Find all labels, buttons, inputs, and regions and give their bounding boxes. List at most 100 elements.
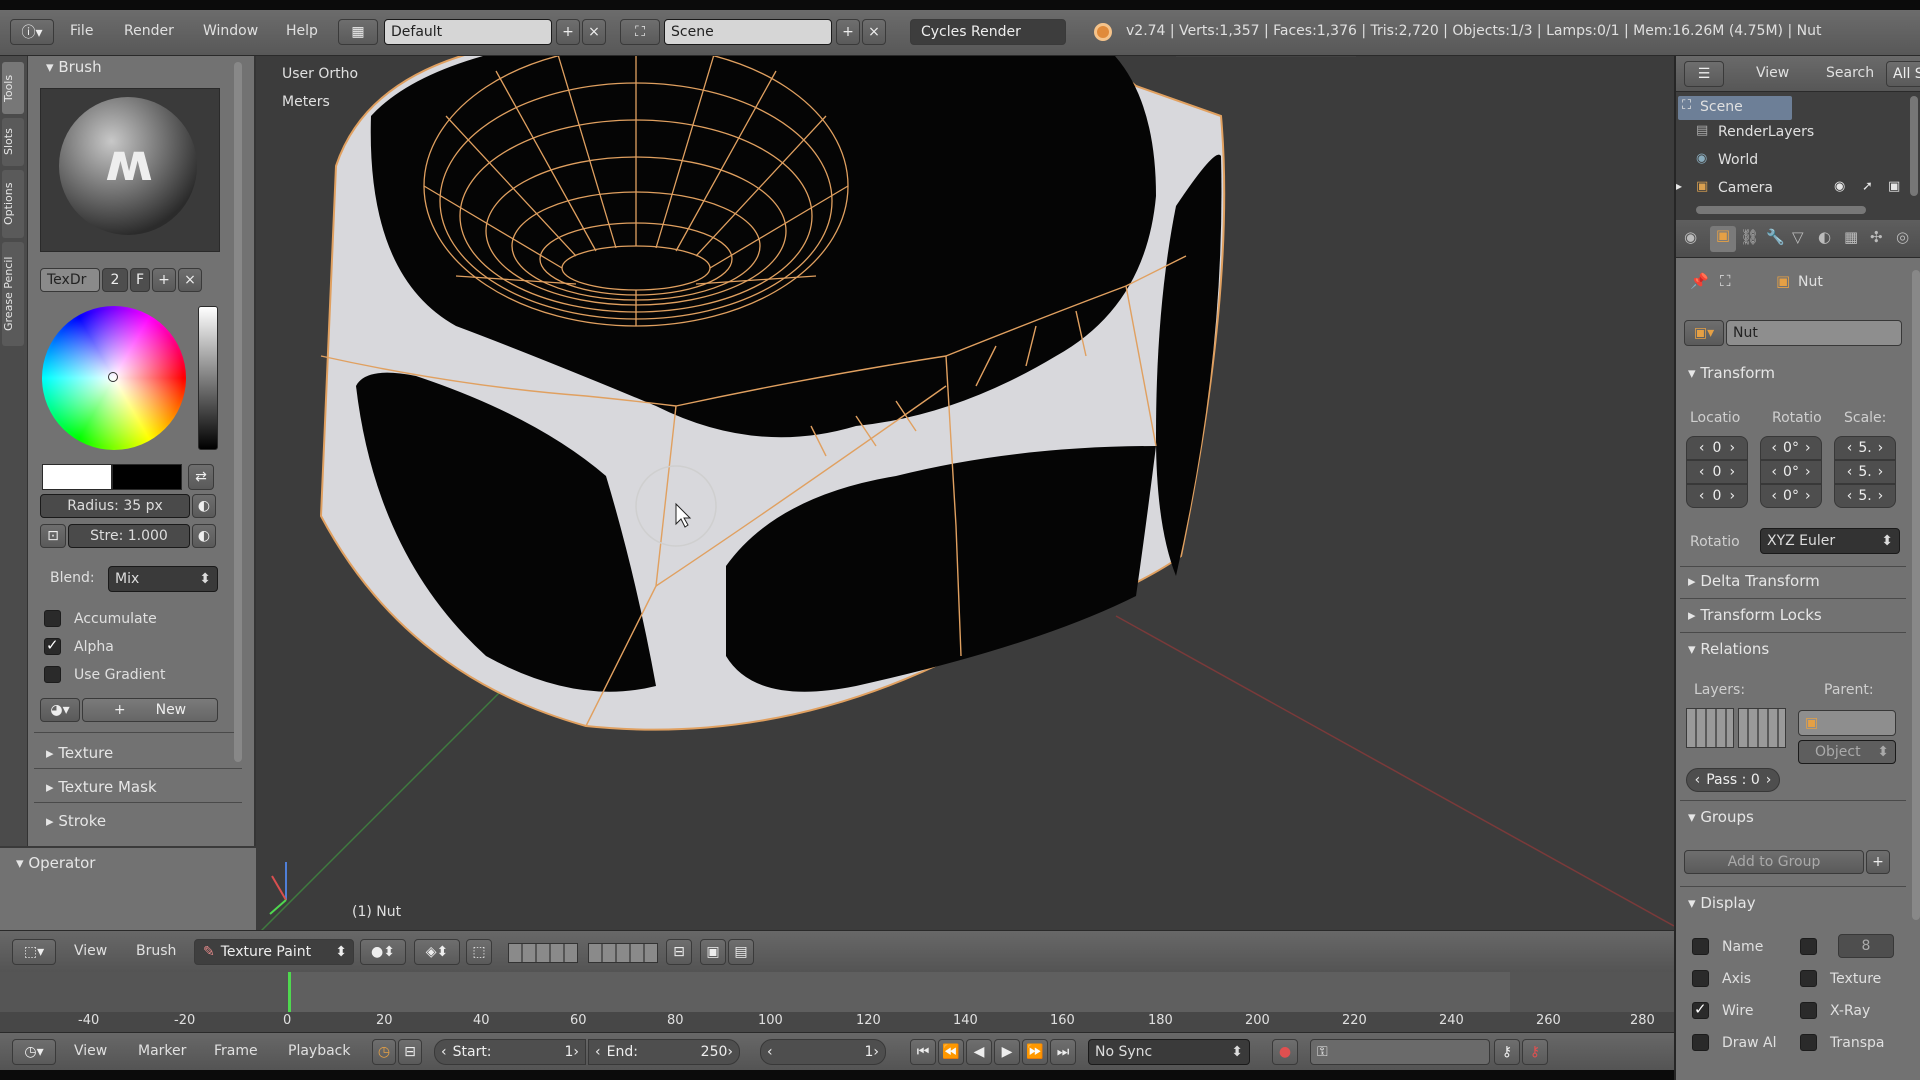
display-name-checkbox[interactable] [1692,938,1709,955]
toolshelf-scrollbar[interactable] [234,62,242,762]
next-keyframe-button[interactable]: ⏩ [1022,1039,1048,1065]
display-draw-all-checkbox[interactable] [1692,1034,1709,1051]
rotation-z-field[interactable]: ‹ 0° › [1760,484,1822,508]
delete-keyframe-button[interactable]: ⚷ [1522,1039,1548,1065]
texture-tab-icon[interactable]: ▦ [1844,228,1866,250]
delta-transform-panel-header[interactable]: ▸ Delta Transform [1688,572,1820,590]
display-number-field[interactable]: 8 [1838,934,1894,958]
tab-slots[interactable]: Slots [2,118,24,166]
rotation-mode-select[interactable]: XYZ Euler ⬍ [1760,528,1900,554]
nut-mesh[interactable] [256,56,1674,930]
display-bounds-checkbox[interactable] [1800,938,1817,955]
location-x-field[interactable]: ‹ 0 › [1686,436,1748,460]
object-type-icon-button[interactable]: ▣▾ [1684,320,1724,346]
lock-range-button[interactable]: ⊟ [398,1039,422,1065]
brush-preview[interactable]: ʍ [40,88,220,252]
blend-select[interactable]: Mix ⬍ [108,566,218,592]
layer-buttons-1[interactable] [508,943,578,963]
strength-pressure-button[interactable]: ◐ [192,524,216,548]
keying-set-field[interactable]: ⚿ [1310,1039,1490,1065]
display-panel-header[interactable]: ▾ Display [1688,894,1756,912]
layer-buttons-2[interactable] [588,943,658,963]
strength-slider[interactable]: Stre: 1.000 [68,524,190,548]
widget-toggle[interactable]: ⬚ [466,939,492,965]
scene-icon-button[interactable]: ⛶ [620,19,660,45]
render-tab-icon[interactable]: ◉ [1684,228,1706,250]
outliner-row-renderlayers[interactable]: ▤ RenderLayers [1686,122,1916,144]
brush-users-field[interactable]: 2 [102,268,128,292]
radius-slider[interactable]: Radius: 35 px [40,494,190,518]
outliner-editor-button[interactable]: ☰ [1684,61,1724,87]
brush-fake-user-button[interactable]: F [130,268,150,292]
display-xray-checkbox[interactable] [1800,1002,1817,1019]
display-transparency-checkbox[interactable] [1800,1034,1817,1051]
jump-start-button[interactable]: ⏮ [910,1039,936,1065]
timeline-marker-menu[interactable]: Marker [138,1043,186,1059]
pivot-select[interactable]: ◈⬍ [414,939,460,965]
tab-options[interactable]: Options [2,170,24,238]
timeline[interactable]: -40 -20 0 20 40 60 80 100 120 140 160 18… [0,972,1674,1032]
add-group-plus-button[interactable]: + [1866,850,1890,874]
outliner-view-menu[interactable]: View [1756,65,1789,81]
properties-scrollbar[interactable] [1912,270,1920,920]
play-button[interactable]: ▶ [994,1039,1020,1065]
brush-add-button[interactable]: + [152,268,176,292]
stroke-panel-header[interactable]: ▸ Stroke [46,812,106,830]
tab-grease-pencil[interactable]: Grease Pencil [2,242,24,346]
sync-mode-select[interactable]: No Sync ⬍ [1088,1039,1250,1065]
brush-panel-header[interactable]: ▾ Brush [46,58,102,76]
swap-colors-button[interactable]: ⇄ [188,464,214,490]
timeline-frame-menu[interactable]: Frame [214,1043,258,1059]
rotation-x-field[interactable]: ‹ 0° › [1760,436,1822,460]
insert-keyframe-button[interactable]: ⚷ [1494,1039,1520,1065]
outliner-vscrollbar[interactable] [1910,96,1918,196]
shading-select[interactable]: ●⬍ [360,939,406,965]
expand-icon[interactable]: ▸ [1676,179,1682,193]
lock-camera-button[interactable]: ⊟ [666,939,692,965]
palette-select-button[interactable]: ◕▾ [40,698,80,722]
primary-color-swatch[interactable] [42,464,112,490]
secondary-color-swatch[interactable] [112,464,182,490]
alpha-checkbox[interactable] [44,636,61,655]
pin-icon[interactable]: 📌 [1690,272,1709,290]
layout-add-button[interactable]: + [556,19,580,45]
material-tab-icon[interactable]: ◐ [1818,228,1840,250]
object-tab-icon[interactable]: ▣ [1710,226,1736,252]
display-axis-checkbox[interactable] [1692,970,1709,987]
transform-panel-header[interactable]: ▾ Transform [1688,364,1775,382]
brush-name-field[interactable]: TexDr [40,268,100,292]
outliner-row-scene[interactable]: ⛶ Scene [1678,96,1792,120]
particles-tab-icon[interactable]: ✣ [1870,228,1892,250]
outliner-hscrollbar[interactable] [1696,206,1866,214]
color-wheel[interactable] [42,306,186,450]
timeline-view-menu[interactable]: View [74,1043,107,1059]
pass-index-field[interactable]: ‹ Pass : 0 › [1686,768,1780,792]
groups-panel-header[interactable]: ▾ Groups [1688,808,1754,826]
parent-field[interactable]: ▣ [1798,710,1896,736]
relations-panel-header[interactable]: ▾ Relations [1688,640,1769,658]
scene-remove-button[interactable]: × [862,19,886,45]
scale-x-field[interactable]: ‹ 5. › [1834,436,1896,460]
physics-tab-icon[interactable]: ◎ [1896,228,1918,250]
3d-viewport[interactable]: User Ortho Meters (1) Nut [256,56,1674,930]
layers-grid-right[interactable] [1738,708,1786,748]
outliner-search-menu[interactable]: Search [1826,65,1874,81]
current-frame-field[interactable]: ‹ 1 › [760,1039,886,1065]
play-reverse-button[interactable]: ◀ [966,1039,992,1065]
mode-select[interactable]: ✎ Texture Paint ⬍ [194,939,354,965]
scene-add-button[interactable]: + [836,19,860,45]
restrict-select-icon[interactable]: ➚ [1862,179,1873,194]
render-engine-select[interactable]: Cycles Render [910,19,1066,45]
menu-render[interactable]: Render [124,23,174,39]
render-animation-button[interactable]: ▤ [728,939,754,965]
parent-type-select[interactable]: Object ⬍ [1798,740,1896,764]
jump-end-button[interactable]: ⏭ [1050,1039,1076,1065]
editor-type-button[interactable]: ⬚▾ [12,939,56,965]
timeline-playback-menu[interactable]: Playback [288,1043,350,1059]
brush-unlink-button[interactable]: × [178,268,202,292]
radius-pressure-button[interactable]: ◐ [192,494,216,518]
restrict-render-icon[interactable]: ▣ [1888,179,1900,194]
menu-file[interactable]: File [70,23,93,39]
start-frame-field[interactable]: ‹ Start: 1 › [434,1039,586,1065]
visibility-eye-icon[interactable]: ◉ [1834,179,1845,194]
